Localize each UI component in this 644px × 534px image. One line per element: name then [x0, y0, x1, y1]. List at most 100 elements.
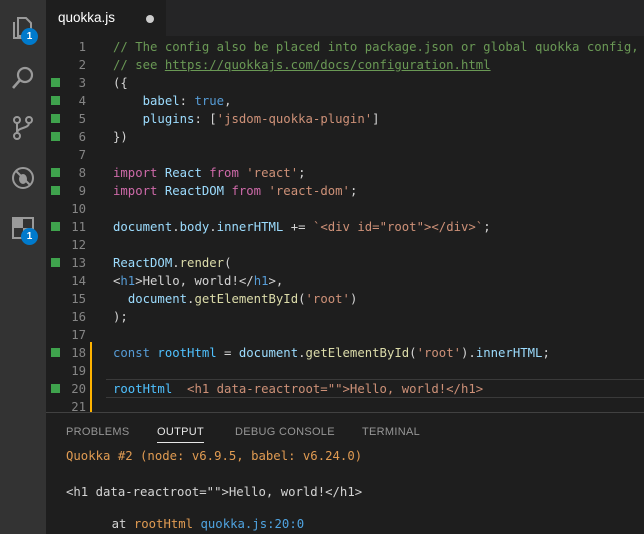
code-line[interactable]: 9 import ReactDOM from 'react-dom'; — [46, 182, 644, 200]
output-at-name: rootHtml — [133, 517, 194, 531]
output-header: Quokka #2 (node: v6.9.5, babel: v6.24.0) — [66, 449, 363, 463]
output-at-prefix: at — [111, 517, 134, 531]
code-token: rootHtml — [113, 382, 173, 396]
code-token: document — [113, 220, 173, 234]
code-token: ( — [298, 292, 306, 306]
code-line[interactable]: 7 — [46, 146, 644, 164]
line-code: // The config also be placed into packag… — [113, 38, 639, 56]
code-line[interactable]: 15 document.getElementById('root') — [46, 290, 644, 308]
code-line[interactable]: 1 // The config also be placed into packa… — [46, 38, 644, 56]
coverage-mark — [51, 258, 60, 267]
coverage-mark — [51, 114, 60, 123]
extensions-badge: 1 — [21, 228, 38, 245]
line-number: 21 — [71, 400, 86, 412]
line-number: 7 — [78, 148, 86, 162]
explorer-button[interactable]: 1 — [0, 5, 46, 51]
code-token: >, — [268, 274, 284, 288]
source-control-button[interactable] — [0, 105, 46, 151]
code-token: >Hello, world!</ — [135, 274, 254, 288]
coverage-mark — [51, 186, 60, 195]
code-line[interactable]: 8 import React from 'react'; — [46, 164, 644, 182]
code-line[interactable]: 21 — [46, 398, 644, 412]
code-line[interactable]: 19 — [46, 362, 644, 380]
debug-button[interactable] — [0, 155, 46, 201]
code-token: ) — [349, 292, 358, 306]
search-button[interactable] — [0, 55, 46, 101]
code-line[interactable]: 2 // see https://quokkajs.com/docs/config… — [46, 56, 644, 74]
coverage-mark — [51, 348, 60, 357]
activity-bar: 1 1 — [0, 0, 46, 534]
panel-tab-output[interactable]: OUTPUT — [157, 426, 204, 438]
line-number: 8 — [78, 166, 86, 180]
line-code: document.body.innerHTML += `<div id="roo… — [113, 218, 491, 236]
code-token: h1 — [253, 274, 269, 288]
code-line[interactable]: 13 ReactDOM.render( — [46, 254, 644, 272]
line-number: 15 — [71, 292, 86, 306]
output-location: at rootHtml quokka.js:20:0 — [82, 503, 305, 534]
line-code: babel: true, — [113, 92, 232, 110]
line-number: 20 — [71, 382, 86, 396]
code-line[interactable]: 17 — [46, 326, 644, 344]
code-token: 'jsdom-quokka-plugin' — [216, 112, 373, 126]
code-line[interactable]: 10 — [46, 200, 644, 218]
code-line[interactable]: 6}) — [46, 128, 644, 146]
panel-tab-terminal[interactable]: TERMINAL — [362, 426, 420, 438]
output-location-link[interactable]: quokka.js:20:0 — [200, 517, 304, 531]
bottom-panel: PROBLEMS OUTPUT DEBUG CONSOLE TERMINAL Q… — [46, 412, 644, 534]
code-token: 'react-dom' — [268, 184, 350, 198]
line-number: 1 — [78, 40, 86, 54]
code-editor[interactable]: 1 // The config also be placed into packa… — [46, 36, 644, 412]
tab-bar: quokka.js — [46, 0, 644, 36]
line-code: rootHtml <h1 data-reactroot="">Hello, wo… — [113, 380, 483, 398]
code-token: body — [179, 220, 210, 234]
code-token: document — [127, 292, 188, 306]
line-code: ); — [113, 308, 128, 326]
code-token: `<div id="root"></div>` — [312, 220, 484, 234]
unsaved-dot-icon[interactable] — [146, 15, 154, 23]
code-token: from — [209, 166, 247, 180]
source-control-icon — [13, 116, 33, 140]
code-token: . — [172, 220, 180, 234]
code-line[interactable]: 18 const rootHtml = document.getElementBy… — [46, 344, 644, 362]
code-token: import — [113, 184, 165, 198]
search-icon — [12, 66, 34, 89]
panel-tab-debug-console[interactable]: DEBUG CONSOLE — [235, 426, 335, 438]
panel-tab-problems[interactable]: PROBLEMS — [66, 426, 130, 438]
code-line[interactable]: 3 ({ — [46, 74, 644, 92]
code-token: document — [238, 346, 299, 360]
line-number: 12 — [71, 238, 86, 252]
code-token: getElementById — [305, 346, 410, 360]
line-code: import React from 'react'; — [113, 164, 306, 182]
active-tab-underline — [157, 442, 204, 443]
code-token: ReactDOM — [113, 256, 173, 270]
coverage-mark — [51, 384, 60, 393]
code-line[interactable]: 20 rootHtml <h1 data-reactroot="">Hello, … — [46, 380, 644, 398]
editor-tab-quokka[interactable]: quokka.js — [46, 0, 166, 36]
code-token: ; — [542, 346, 550, 360]
code-token: , — [224, 94, 232, 108]
line-number: 3 — [78, 76, 86, 90]
code-line[interactable]: 16); — [46, 308, 644, 326]
code-token: = — [216, 346, 239, 360]
code-token: innerHTML — [475, 346, 543, 360]
code-token: getElementById — [194, 292, 299, 306]
code-line[interactable]: 11 document.body.innerHTML += `<div id="r… — [46, 218, 644, 236]
line-number: 2 — [78, 58, 86, 72]
code-line[interactable]: 5 plugins: ['jsdom-quokka-plugin'] — [46, 110, 644, 128]
line-number: 9 — [78, 184, 86, 198]
code-line[interactable]: 4 babel: true, — [46, 92, 644, 110]
coverage-mark — [51, 78, 60, 87]
extensions-button[interactable]: 1 — [0, 205, 46, 251]
line-number: 14 — [71, 274, 86, 288]
coverage-mark — [51, 168, 60, 177]
code-token: ( — [409, 346, 417, 360]
code-line[interactable]: 12 — [46, 236, 644, 254]
code-token: ] — [372, 112, 380, 126]
line-number: 18 — [71, 346, 86, 360]
code-line[interactable]: 14 <h1>Hello, world!</h1>, — [46, 272, 644, 290]
explorer-badge: 1 — [21, 28, 38, 45]
code-token: https://quokkajs.com/docs/configuration.… — [164, 58, 491, 72]
